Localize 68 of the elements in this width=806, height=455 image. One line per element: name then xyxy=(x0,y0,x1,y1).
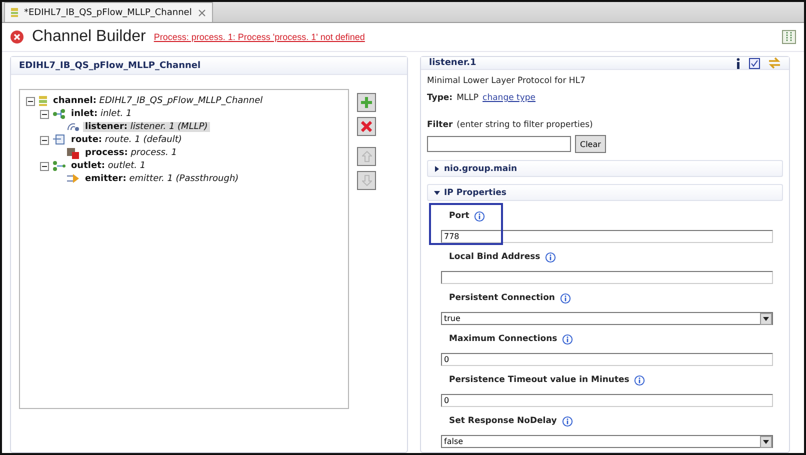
checkbox-icon[interactable] xyxy=(749,58,760,68)
clear-button[interactable]: Clear xyxy=(575,135,606,153)
collapse-icon[interactable] xyxy=(40,136,49,145)
section-header[interactable]: nio.group.main xyxy=(427,160,783,177)
field-label: Local Bind Address xyxy=(449,252,540,262)
field-label: Set Response NoDelay xyxy=(449,416,557,426)
collapse-icon[interactable] xyxy=(40,110,49,119)
change-type-link[interactable]: change type xyxy=(482,93,536,103)
connector-icon xyxy=(52,108,66,119)
type-label: Type: xyxy=(427,93,453,103)
close-icon[interactable] xyxy=(198,8,206,16)
field-label: Persistent Connection xyxy=(449,293,555,303)
info-icon[interactable] xyxy=(545,252,556,262)
tree-item[interactable]: emitter: emitter. 1 (Passthrough) xyxy=(83,174,241,184)
section-header[interactable]: IP Properties xyxy=(427,184,783,201)
up-arrow-icon xyxy=(362,151,372,162)
collapse-icon[interactable] xyxy=(26,97,35,106)
arrow-icon xyxy=(66,173,80,184)
close-icon xyxy=(361,121,372,132)
filter-label: Filter xyxy=(427,120,453,130)
tree-item[interactable]: process: process. 1 xyxy=(83,148,179,158)
tree-item[interactable]: inlet: inlet. 1 xyxy=(69,108,134,118)
field-label: Port xyxy=(449,211,470,221)
field-label: Persistence Timeout value in Minutes xyxy=(449,375,630,385)
info-icon[interactable] xyxy=(562,416,573,426)
input-field[interactable]: 778 xyxy=(441,230,773,243)
dropdown-field[interactable]: true xyxy=(441,312,773,325)
down-arrow-icon xyxy=(362,175,372,186)
editor-tab[interactable]: *EDIHL7_IB_QS_pFlow_MLLP_Channel xyxy=(4,2,213,22)
stack-icon xyxy=(11,7,18,18)
info-icon[interactable] xyxy=(562,334,574,344)
route-icon xyxy=(52,134,66,145)
tree-item[interactable]: channel: EDIHL7_IB_QS_pFlow_MLLP_Channel xyxy=(51,96,265,106)
error-link[interactable]: Process: process. 1: Process 'process. 1' not defined xyxy=(154,32,365,42)
description-text: Minimal Lower Layer Protocol for HL7 xyxy=(427,76,586,86)
plus-icon xyxy=(361,97,372,108)
tree-item[interactable]: route: route. 1 (default) xyxy=(69,134,184,144)
type-value: MLLP xyxy=(456,93,479,103)
input-field[interactable]: 0 xyxy=(441,353,773,366)
dropdown-field[interactable]: false xyxy=(441,435,773,448)
input-field[interactable]: 0 xyxy=(441,394,773,407)
tab-title: *EDIHL7_IB_QS_pFlow_MLLP_Channel xyxy=(24,8,192,18)
stack-icon xyxy=(38,94,48,106)
delete-button[interactable] xyxy=(357,117,376,136)
collapse-icon[interactable] xyxy=(40,162,49,171)
info-icon[interactable] xyxy=(634,374,646,386)
filter-field[interactable] xyxy=(427,136,571,152)
panel-title: listener.1 xyxy=(429,58,476,68)
expand-arrow-icon xyxy=(434,166,440,172)
connector-icon xyxy=(52,160,66,171)
input-field[interactable] xyxy=(441,271,773,284)
collapse-arrow-icon xyxy=(434,190,440,196)
process-icon xyxy=(66,146,80,158)
info-icon[interactable] xyxy=(735,58,741,68)
dropdown-arrow-icon xyxy=(763,440,769,444)
dropdown-arrow-icon xyxy=(763,316,769,320)
page-title: Channel Builder xyxy=(32,28,146,46)
antenna-icon xyxy=(66,121,80,132)
field-label: Maximum Connections xyxy=(449,334,558,344)
info-icon[interactable] xyxy=(474,210,486,222)
tree-item[interactable]: outlet: outlet. 1 xyxy=(69,160,148,170)
error-icon xyxy=(10,30,24,44)
filter-hint: (enter string to filter properties) xyxy=(456,120,593,130)
info-icon[interactable] xyxy=(560,292,571,304)
panel-title: EDIHL7_IB_QS_pFlow_MLLP_Channel xyxy=(19,60,201,70)
columns-icon[interactable] xyxy=(782,30,796,44)
tree-item[interactable]: listener: listener. 1 (MLLP) xyxy=(83,122,210,132)
add-button[interactable] xyxy=(357,93,376,112)
